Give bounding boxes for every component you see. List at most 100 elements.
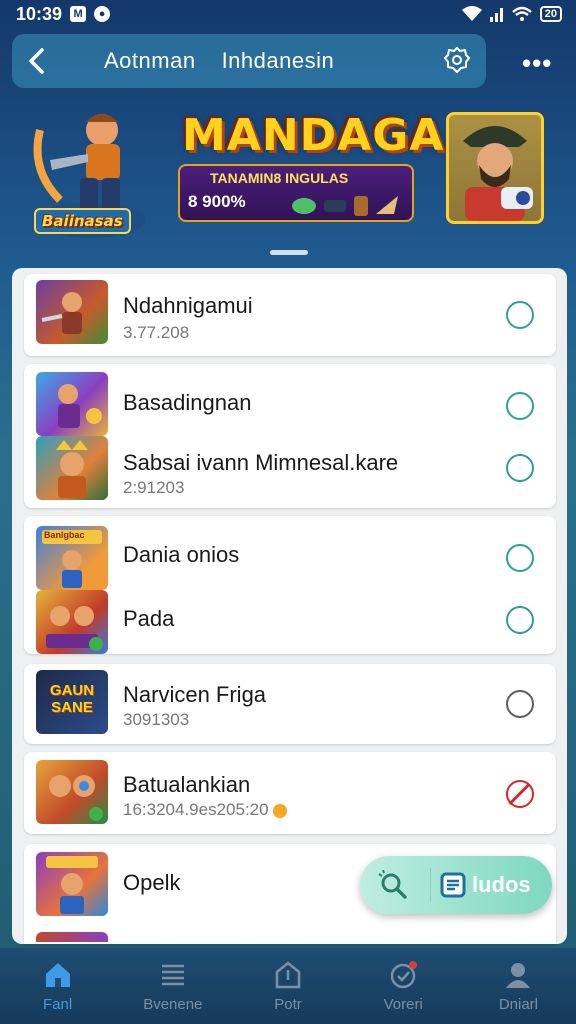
banner-panel: TANAMIN8 INGULAS 8 900% xyxy=(178,164,414,222)
thumb-label: GAUN SANE xyxy=(49,682,95,716)
list-card: Batualankian 16:3204.9es205:20 xyxy=(24,752,556,834)
upload-icon xyxy=(275,961,301,989)
list-item-subtitle: 3.77.208 xyxy=(123,323,190,342)
status-time: 10:39 xyxy=(16,3,63,24)
thumb-label: Banlgbac xyxy=(44,530,85,540)
game-list: Ndahnigamui 3.77.208 Basadingnan Sabsai … xyxy=(12,268,567,944)
blocked-radio[interactable] xyxy=(506,780,534,808)
fighter-thumbnail-icon xyxy=(46,856,98,914)
select-radio[interactable] xyxy=(506,544,534,572)
nav-label: Fanl xyxy=(43,996,73,1013)
list-item[interactable]: Pada xyxy=(24,584,556,660)
search-icon xyxy=(378,869,407,899)
select-radio[interactable] xyxy=(506,606,534,634)
list-item[interactable]: Batualankian 16:3204.9es205:20 xyxy=(24,756,556,832)
list-item-title: Basadingnan xyxy=(123,390,252,415)
gear-icon xyxy=(444,47,470,73)
nav-item-upload[interactable]: Potr xyxy=(230,948,345,1024)
nav-item-profile[interactable]: Dniarl xyxy=(461,948,576,1024)
character-card-illustration xyxy=(446,112,544,224)
list-item-title: Narvicen Frigа xyxy=(123,682,267,707)
list-item-subtitle: 16:3204.9es205:20 xyxy=(123,800,269,819)
list-card: GAUN SANE Narvicen Frigа 3091303 xyxy=(24,664,556,744)
game-thumbnail xyxy=(36,436,108,500)
game-thumbnail xyxy=(36,852,108,916)
document-button[interactable] xyxy=(440,872,466,898)
banner-drag-handle[interactable] xyxy=(270,250,308,255)
king-thumbnail-icon xyxy=(56,440,88,498)
app-header: Aotnman Inhdanesin xyxy=(12,34,486,88)
profile-icon xyxy=(506,963,531,988)
chevron-left-icon xyxy=(29,48,44,74)
nav-item-home[interactable]: Fanl xyxy=(0,948,115,1024)
wifi-icon xyxy=(461,6,482,21)
list-item-title: Sabsai ivann Mimnesal.kare xyxy=(123,450,399,475)
status-bar: 10:39 M ● 20 xyxy=(0,0,576,28)
document-icon xyxy=(440,872,466,898)
bearded-character-icon xyxy=(449,115,541,221)
floating-action-pill: ludos xyxy=(360,856,552,914)
list-icon xyxy=(161,964,184,986)
nav-item-activity[interactable]: Voreri xyxy=(346,948,461,1024)
nav-label: Potr xyxy=(274,996,302,1013)
activity-icon xyxy=(390,961,418,989)
wifi-alt-icon xyxy=(511,6,532,21)
select-radio[interactable] xyxy=(506,690,534,718)
sync-notification-icon: ● xyxy=(94,6,111,22)
banner-percent: 8 900% xyxy=(188,192,246,211)
list-card: Basadingnan Sabsai ivann Mimnesal.kare 2… xyxy=(24,364,556,508)
status-right: 20 xyxy=(461,6,562,22)
battery-indicator: 20 xyxy=(539,6,562,22)
nav-label: Bvenene xyxy=(143,996,203,1013)
signal-icon xyxy=(489,8,503,22)
nav-label: Dniarl xyxy=(498,996,538,1013)
more-options-button[interactable]: ••• xyxy=(522,48,552,79)
list-item[interactable]: Basadingnan xyxy=(24,366,556,442)
list-item[interactable]: Sabsai ivann Mimnesal.kare 2:91203 xyxy=(24,432,556,508)
game-thumbnail xyxy=(36,760,108,824)
list-item-title: Dania onios xyxy=(123,542,240,567)
nav-label: Voreri xyxy=(383,996,423,1013)
select-radio[interactable] xyxy=(506,454,534,482)
settings-button[interactable] xyxy=(442,45,472,75)
partial-thumbnail xyxy=(36,932,108,942)
header-title-right: Inhdanesin xyxy=(221,48,335,73)
list-item[interactable]: GAUN SANE Narvicen Frigа 3091303 xyxy=(24,666,556,742)
search-button[interactable] xyxy=(378,869,408,900)
list-card: Ndahnigamui 3.77.208 xyxy=(24,274,556,356)
game-thumbnail: Banlgbac xyxy=(36,526,108,590)
warning-badge-icon xyxy=(272,803,287,818)
game-thumbnail xyxy=(36,280,108,344)
duo-heroes-thumbnail-icon xyxy=(49,775,103,821)
banner-left-label: Baiinasas xyxy=(34,208,131,234)
home-icon xyxy=(45,963,70,987)
header-title-left: Aotnman xyxy=(104,48,196,73)
coin-stack-icon xyxy=(292,196,398,216)
game-thumbnail: GAUN SANE xyxy=(36,670,108,734)
banner-subtitle: TANAMIN8 INGULAS xyxy=(210,170,349,186)
list-item-title: Batualankian xyxy=(123,772,251,797)
bottom-navigation: Fanl Bvenene Potr Voreri Dniarl xyxy=(0,948,576,1024)
pill-divider xyxy=(430,868,431,902)
duo-thumbnail-icon xyxy=(46,606,103,651)
list-item[interactable]: Ndahnigamui 3.77.208 xyxy=(24,277,556,353)
promo-banner[interactable]: Baiinasas MANDAGA TANAMIN8 INGULAS 8 900… xyxy=(0,90,576,260)
back-button[interactable] xyxy=(12,34,62,88)
game-thumbnail xyxy=(36,590,108,654)
pill-label[interactable]: ludos xyxy=(472,872,531,898)
list-item-title: Pada xyxy=(123,606,175,631)
list-card: Banlgbac Dania onios Pada xyxy=(24,516,556,654)
nav-item-list[interactable]: Bvenene xyxy=(115,948,230,1024)
list-item-subtitle: 3091303 xyxy=(123,710,190,729)
banner-title: MANDAGA xyxy=(182,110,445,161)
select-radio[interactable] xyxy=(506,392,534,420)
m-notification-icon: M xyxy=(70,6,87,22)
game-thumbnail xyxy=(36,372,108,436)
warrior-thumbnail-icon xyxy=(41,292,82,334)
status-left: 10:39 M ● xyxy=(16,3,111,25)
list-item-title: Ndahnigamui xyxy=(123,293,253,318)
hero-thumbnail-icon xyxy=(58,384,102,428)
select-radio[interactable] xyxy=(506,301,534,329)
list-item-title: Opelk xyxy=(123,870,181,895)
list-item-subtitle-row: 16:3204.9es205:20 xyxy=(123,800,287,820)
